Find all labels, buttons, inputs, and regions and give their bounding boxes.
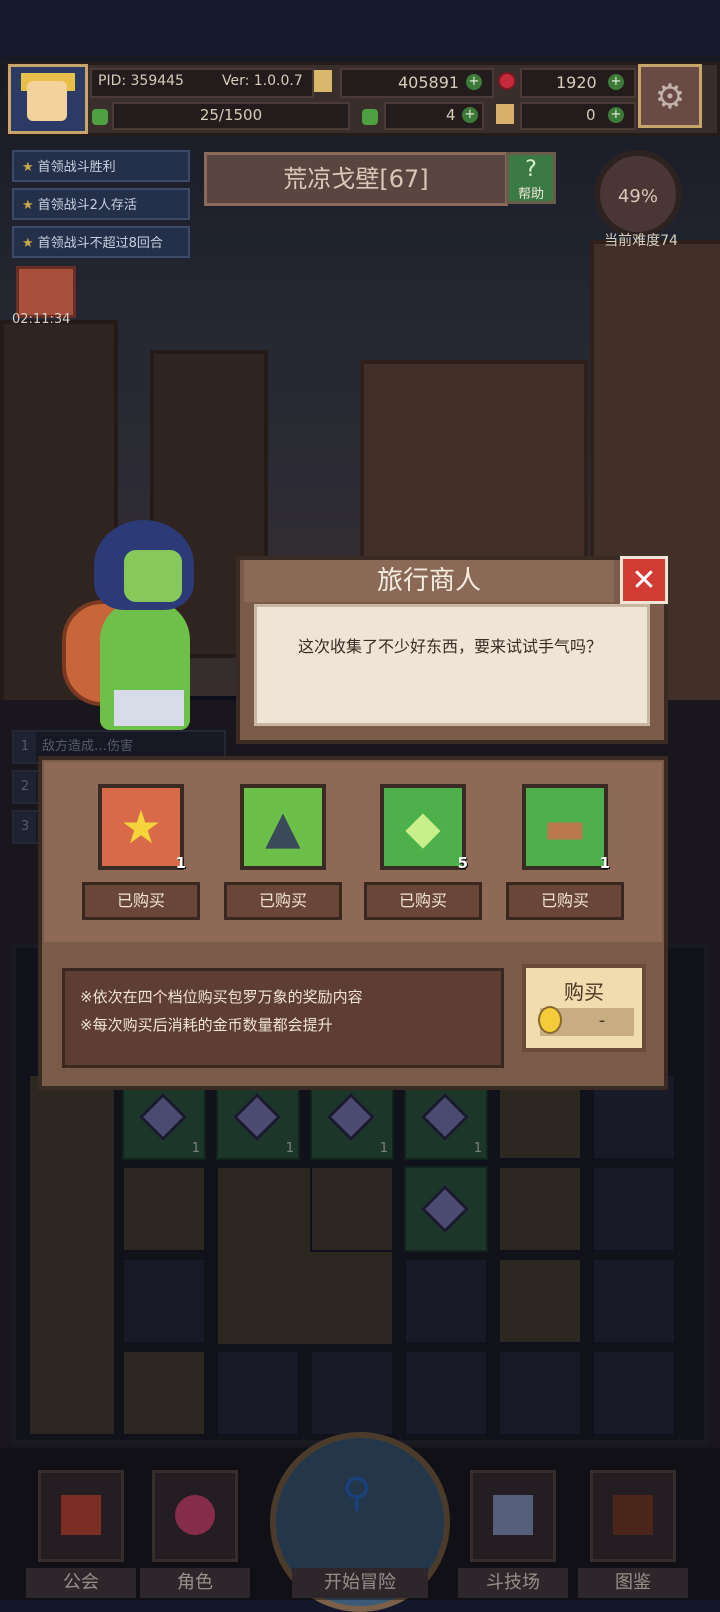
gift-timer: 02:11:34 — [12, 312, 71, 327]
star-icon: ★ — [22, 198, 34, 213]
buy-button[interactable]: 购买 - — [522, 964, 646, 1052]
gem-counter[interactable]: 1920 + — [520, 68, 636, 98]
purchased-button-4[interactable]: 已购买 — [506, 882, 624, 920]
shop-info-line: ※依次在四个档位购买包罗万象的奖励内容 — [80, 988, 363, 1006]
crate-icon: ▬ — [543, 800, 587, 854]
add-gem-icon[interactable]: + — [608, 74, 624, 90]
gold-value: 405891 — [398, 73, 460, 92]
difficulty-percent: 49% — [617, 186, 658, 207]
settings-button[interactable]: ⚙ — [638, 64, 702, 128]
region-banner: 荒凉戈壁[67] — [204, 152, 508, 206]
item-count: 1 — [599, 854, 610, 872]
dialog-message: 这次收集了不少好东西，要来试试手气吗？ — [298, 637, 603, 656]
dialog-body — [254, 604, 650, 726]
merchant-face — [124, 550, 182, 602]
green-gem-icon: ◆ — [405, 800, 441, 854]
item-count: 5 — [457, 854, 468, 872]
add-clover-icon[interactable]: + — [462, 107, 478, 123]
shop-slot-3[interactable]: ◆ 5 — [380, 784, 468, 872]
clover-energy-icon — [92, 106, 108, 125]
add-gold-icon[interactable]: + — [466, 74, 482, 90]
gem-value: 1920 — [556, 73, 597, 92]
buy-label: 购买 — [564, 980, 604, 1004]
quest-item[interactable]: ★ 首领战斗不超过8回合 — [12, 226, 190, 258]
pid-bar: PID: 359445 Ver: 1.0.0.7 — [90, 68, 314, 98]
wizard-hat-icon: ▲ — [265, 800, 301, 854]
version-text: Ver: 1.0.0.7 — [222, 73, 303, 89]
status-bar — [0, 0, 720, 56]
gear-icon: ⚙ — [654, 77, 686, 117]
item-count: 1 — [175, 854, 186, 872]
star-icon: ★ — [22, 160, 34, 175]
help-button[interactable]: ? 帮助 — [506, 152, 556, 204]
key-icon — [496, 104, 514, 124]
clover-icon — [362, 106, 378, 125]
scroll-icon — [314, 70, 332, 92]
coin-icon — [538, 1006, 562, 1034]
quest-item[interactable]: ★ 首领战斗胜利 — [12, 150, 190, 182]
question-icon: ? — [525, 157, 537, 182]
purchased-button-1[interactable]: 已购买 — [82, 882, 200, 920]
difficulty-label: 当前难度74 — [604, 233, 678, 249]
player-avatar[interactable] — [8, 64, 88, 134]
dialog-title: 旅行商人 — [244, 560, 614, 602]
price-value: - — [598, 1010, 606, 1031]
shop-info-line: ※每次购买后消耗的金币数量都会提升 — [80, 1016, 333, 1034]
energy-value: 25/1500 — [199, 106, 263, 124]
star-icon: ★ — [120, 800, 162, 854]
ruby-icon — [498, 70, 516, 90]
close-button[interactable]: ✕ — [620, 556, 668, 604]
clover-value: 4 — [446, 106, 456, 124]
close-icon: ✕ — [631, 563, 657, 598]
star-icon: ★ — [22, 236, 34, 251]
key-value: 0 — [586, 106, 596, 124]
shop-slot-4[interactable]: ▬ 1 — [522, 784, 610, 872]
help-label: 帮助 — [517, 187, 544, 202]
add-key-icon[interactable]: + — [608, 107, 624, 123]
purchased-button-2[interactable]: 已购买 — [224, 882, 342, 920]
shop-slot-1[interactable]: ★ 1 — [98, 784, 186, 872]
gold-counter[interactable]: 405891 + — [340, 68, 494, 98]
merchant-pants — [114, 690, 184, 726]
gift-box-icon[interactable] — [16, 266, 76, 318]
key-counter[interactable]: 0 + — [520, 102, 636, 130]
pid-text: PID: 359445 — [98, 73, 184, 89]
clover-counter[interactable]: 4 + — [384, 102, 484, 130]
energy-bar: 25/1500 — [112, 102, 350, 130]
shop-slot-2[interactable]: ▲ — [240, 784, 326, 870]
purchased-button-3[interactable]: 已购买 — [364, 882, 482, 920]
quest-item[interactable]: ★ 首领战斗2人存活 — [12, 188, 190, 220]
